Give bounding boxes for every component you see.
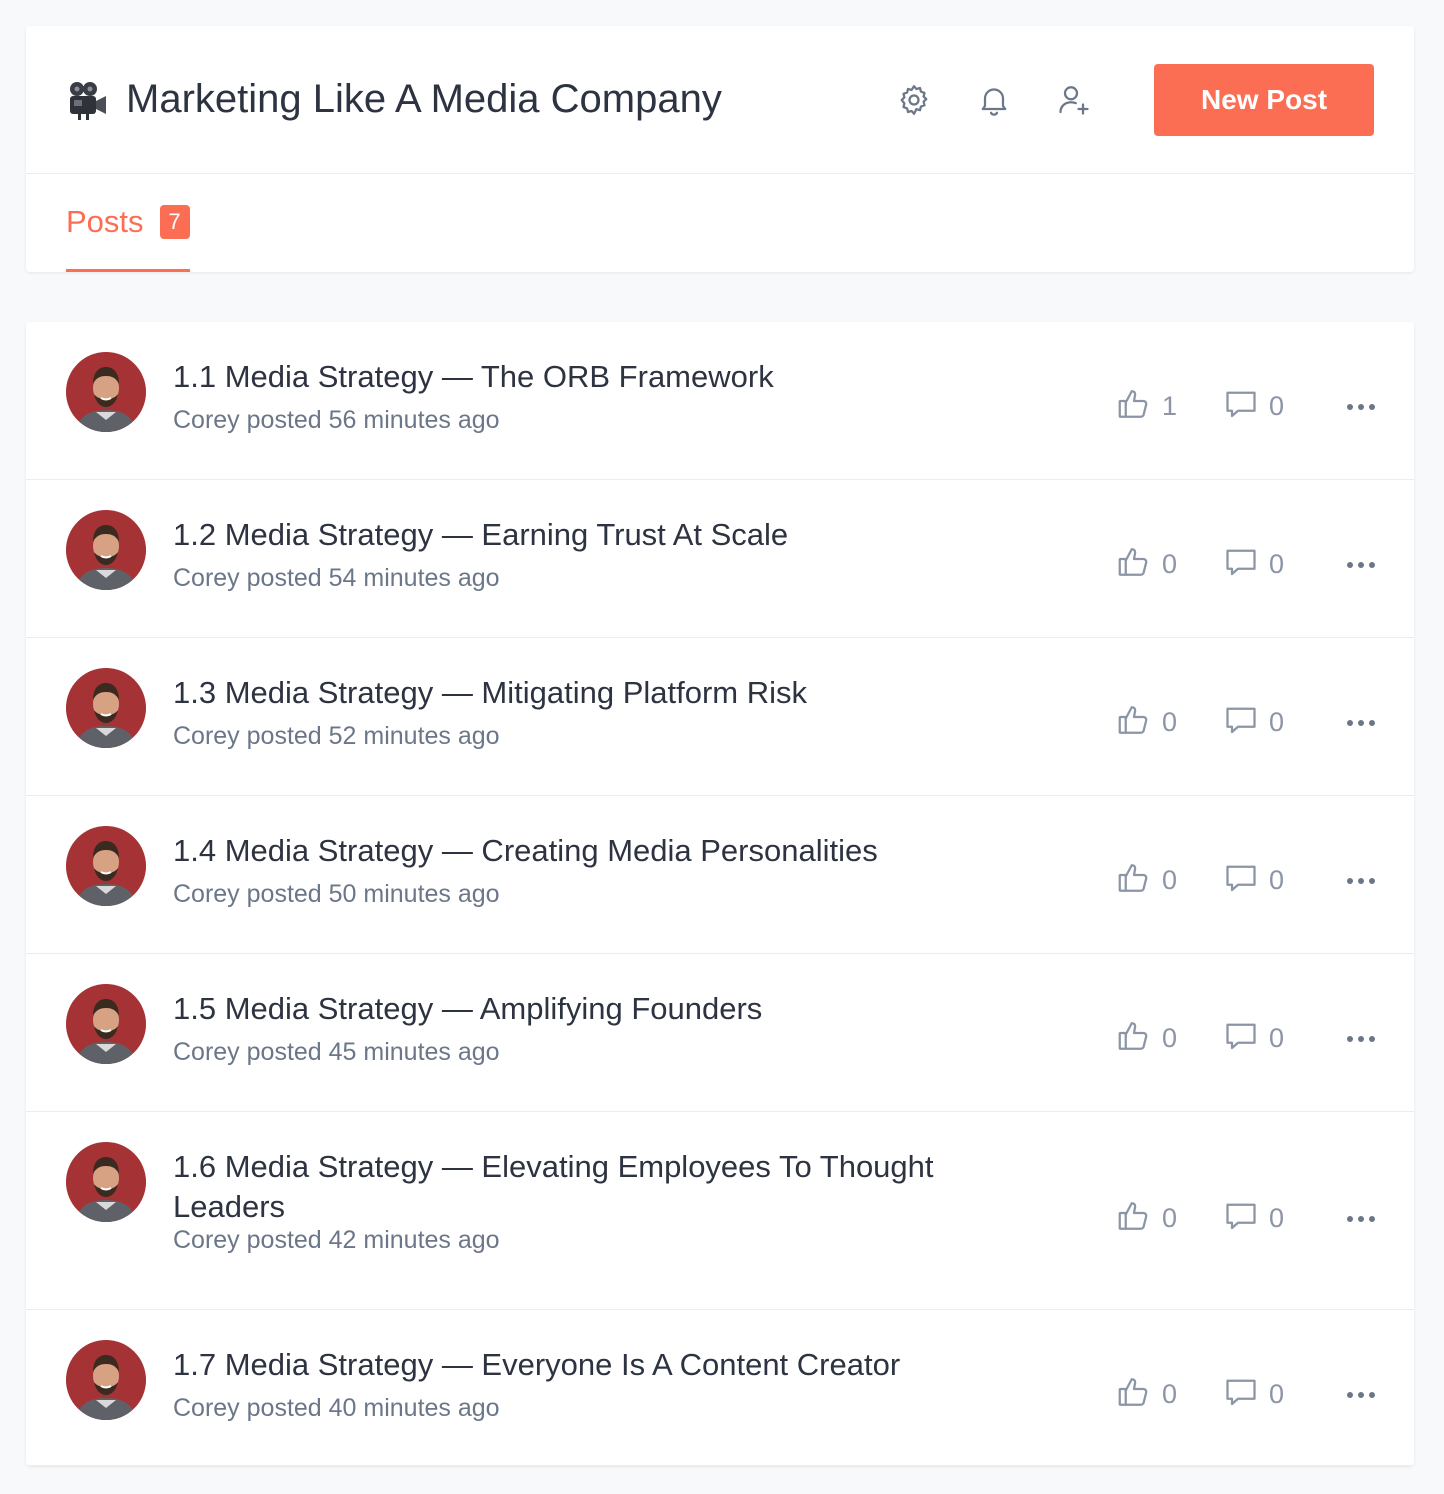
- post-row[interactable]: 1.1 Media Strategy — The ORB Framework C…: [26, 322, 1414, 480]
- comment-count: 0: [1269, 707, 1285, 737]
- tab-posts-label: Posts: [66, 203, 144, 239]
- post-meta: Corey posted 52 minutes ago: [173, 722, 500, 750]
- posts-count-badge: 7: [159, 204, 190, 239]
- comment-button[interactable]: 0: [1223, 544, 1333, 585]
- like-button[interactable]: 0: [1116, 702, 1223, 743]
- post-actions: 0 0: [1116, 1018, 1379, 1059]
- like-button[interactable]: 1: [1116, 386, 1223, 427]
- post-meta: Corey posted 45 minutes ago: [173, 1038, 500, 1066]
- comment-button[interactable]: 0: [1223, 702, 1333, 743]
- post-title[interactable]: 1.6 Media Strategy — Elevating Employees…: [173, 1147, 1013, 1227]
- post-title[interactable]: 1.5 Media Strategy — Amplifying Founders: [173, 989, 1013, 1029]
- movie-camera-icon: [66, 79, 108, 121]
- more-options-icon[interactable]: [1343, 1215, 1379, 1223]
- comment-button[interactable]: 0: [1223, 1374, 1333, 1415]
- comment-count: 0: [1269, 391, 1285, 421]
- post-row[interactable]: 1.2 Media Strategy — Earning Trust At Sc…: [26, 480, 1414, 638]
- more-options-icon[interactable]: [1343, 877, 1379, 885]
- comment-icon: [1223, 860, 1259, 901]
- post-actions: 0 0: [1116, 544, 1379, 585]
- post-actions: 1 0: [1116, 386, 1379, 427]
- tab-posts[interactable]: Posts 7: [66, 174, 190, 272]
- like-button[interactable]: 0: [1116, 860, 1223, 901]
- comment-icon: [1223, 1374, 1259, 1415]
- post-title[interactable]: 1.2 Media Strategy — Earning Trust At Sc…: [173, 515, 1013, 555]
- post-meta: Corey posted 42 minutes ago: [173, 1226, 500, 1254]
- new-post-button[interactable]: New Post: [1154, 63, 1374, 136]
- more-options-icon[interactable]: [1343, 561, 1379, 569]
- like-count: 0: [1162, 707, 1178, 737]
- comment-icon: [1223, 1018, 1259, 1059]
- comment-count: 0: [1269, 1023, 1285, 1053]
- like-count: 1: [1162, 391, 1178, 421]
- avatar[interactable]: [66, 510, 146, 590]
- avatar[interactable]: [66, 668, 146, 748]
- thumbs-up-icon: [1116, 1374, 1152, 1415]
- more-options-icon[interactable]: [1343, 1391, 1379, 1399]
- thumbs-up-icon: [1116, 1198, 1152, 1239]
- comment-icon: [1223, 544, 1259, 585]
- page-title: Marketing Like A Media Company: [126, 77, 722, 121]
- avatar[interactable]: [66, 1142, 146, 1222]
- comment-icon: [1223, 702, 1259, 743]
- comment-icon: [1223, 1198, 1259, 1239]
- post-title[interactable]: 1.3 Media Strategy — Mitigating Platform…: [173, 673, 1013, 713]
- header-bar: Marketing Like A Media Company New Post: [26, 26, 1414, 174]
- post-actions: 0 0: [1116, 702, 1379, 743]
- post-actions: 0 0: [1116, 860, 1379, 901]
- thumbs-up-icon: [1116, 544, 1152, 585]
- post-actions: 0 0: [1116, 1374, 1379, 1415]
- post-row[interactable]: 1.5 Media Strategy — Amplifying Founders…: [26, 954, 1414, 1112]
- post-row[interactable]: 1.3 Media Strategy — Mitigating Platform…: [26, 638, 1414, 796]
- comment-button[interactable]: 0: [1223, 1198, 1333, 1239]
- avatar[interactable]: [66, 984, 146, 1064]
- like-button[interactable]: 0: [1116, 1374, 1223, 1415]
- comment-icon: [1223, 386, 1259, 427]
- like-count: 0: [1162, 1023, 1178, 1053]
- space-header: Marketing Like A Media Company New Post …: [26, 26, 1414, 272]
- thumbs-up-icon: [1116, 702, 1152, 743]
- comment-count: 0: [1269, 1203, 1285, 1233]
- like-count: 0: [1162, 1203, 1178, 1233]
- like-button[interactable]: 0: [1116, 1018, 1223, 1059]
- thumbs-up-icon: [1116, 860, 1152, 901]
- post-row[interactable]: 1.7 Media Strategy — Everyone Is A Conte…: [26, 1310, 1414, 1466]
- comment-count: 0: [1269, 1379, 1285, 1409]
- post-row[interactable]: 1.6 Media Strategy — Elevating Employees…: [26, 1112, 1414, 1310]
- comment-count: 0: [1269, 549, 1285, 579]
- post-title[interactable]: 1.1 Media Strategy — The ORB Framework: [173, 357, 1013, 397]
- like-count: 0: [1162, 549, 1178, 579]
- avatar[interactable]: [66, 352, 146, 432]
- post-actions: 0 0: [1116, 1198, 1379, 1239]
- post-row[interactable]: 1.4 Media Strategy — Creating Media Pers…: [26, 796, 1414, 954]
- comment-count: 0: [1269, 865, 1285, 895]
- more-options-icon[interactable]: [1343, 1035, 1379, 1043]
- tab-bar: Posts 7: [26, 174, 1414, 272]
- comment-button[interactable]: 0: [1223, 1018, 1333, 1059]
- bell-icon[interactable]: [954, 70, 1034, 130]
- gear-icon[interactable]: [874, 70, 954, 130]
- add-user-icon[interactable]: [1034, 70, 1114, 130]
- post-list: 1.1 Media Strategy — The ORB Framework C…: [26, 322, 1414, 1466]
- post-meta: Corey posted 40 minutes ago: [173, 1394, 500, 1422]
- post-title[interactable]: 1.7 Media Strategy — Everyone Is A Conte…: [173, 1345, 1013, 1385]
- like-count: 0: [1162, 1379, 1178, 1409]
- like-count: 0: [1162, 865, 1178, 895]
- comment-button[interactable]: 0: [1223, 860, 1333, 901]
- like-button[interactable]: 0: [1116, 544, 1223, 585]
- comment-button[interactable]: 0: [1223, 386, 1333, 427]
- thumbs-up-icon: [1116, 1018, 1152, 1059]
- avatar[interactable]: [66, 1340, 146, 1420]
- post-title[interactable]: 1.4 Media Strategy — Creating Media Pers…: [173, 831, 1013, 871]
- like-button[interactable]: 0: [1116, 1198, 1223, 1239]
- post-meta: Corey posted 50 minutes ago: [173, 880, 500, 908]
- avatar[interactable]: [66, 826, 146, 906]
- thumbs-up-icon: [1116, 386, 1152, 427]
- post-meta: Corey posted 54 minutes ago: [173, 564, 500, 592]
- more-options-icon[interactable]: [1343, 403, 1379, 411]
- post-meta: Corey posted 56 minutes ago: [173, 406, 500, 434]
- more-options-icon[interactable]: [1343, 719, 1379, 727]
